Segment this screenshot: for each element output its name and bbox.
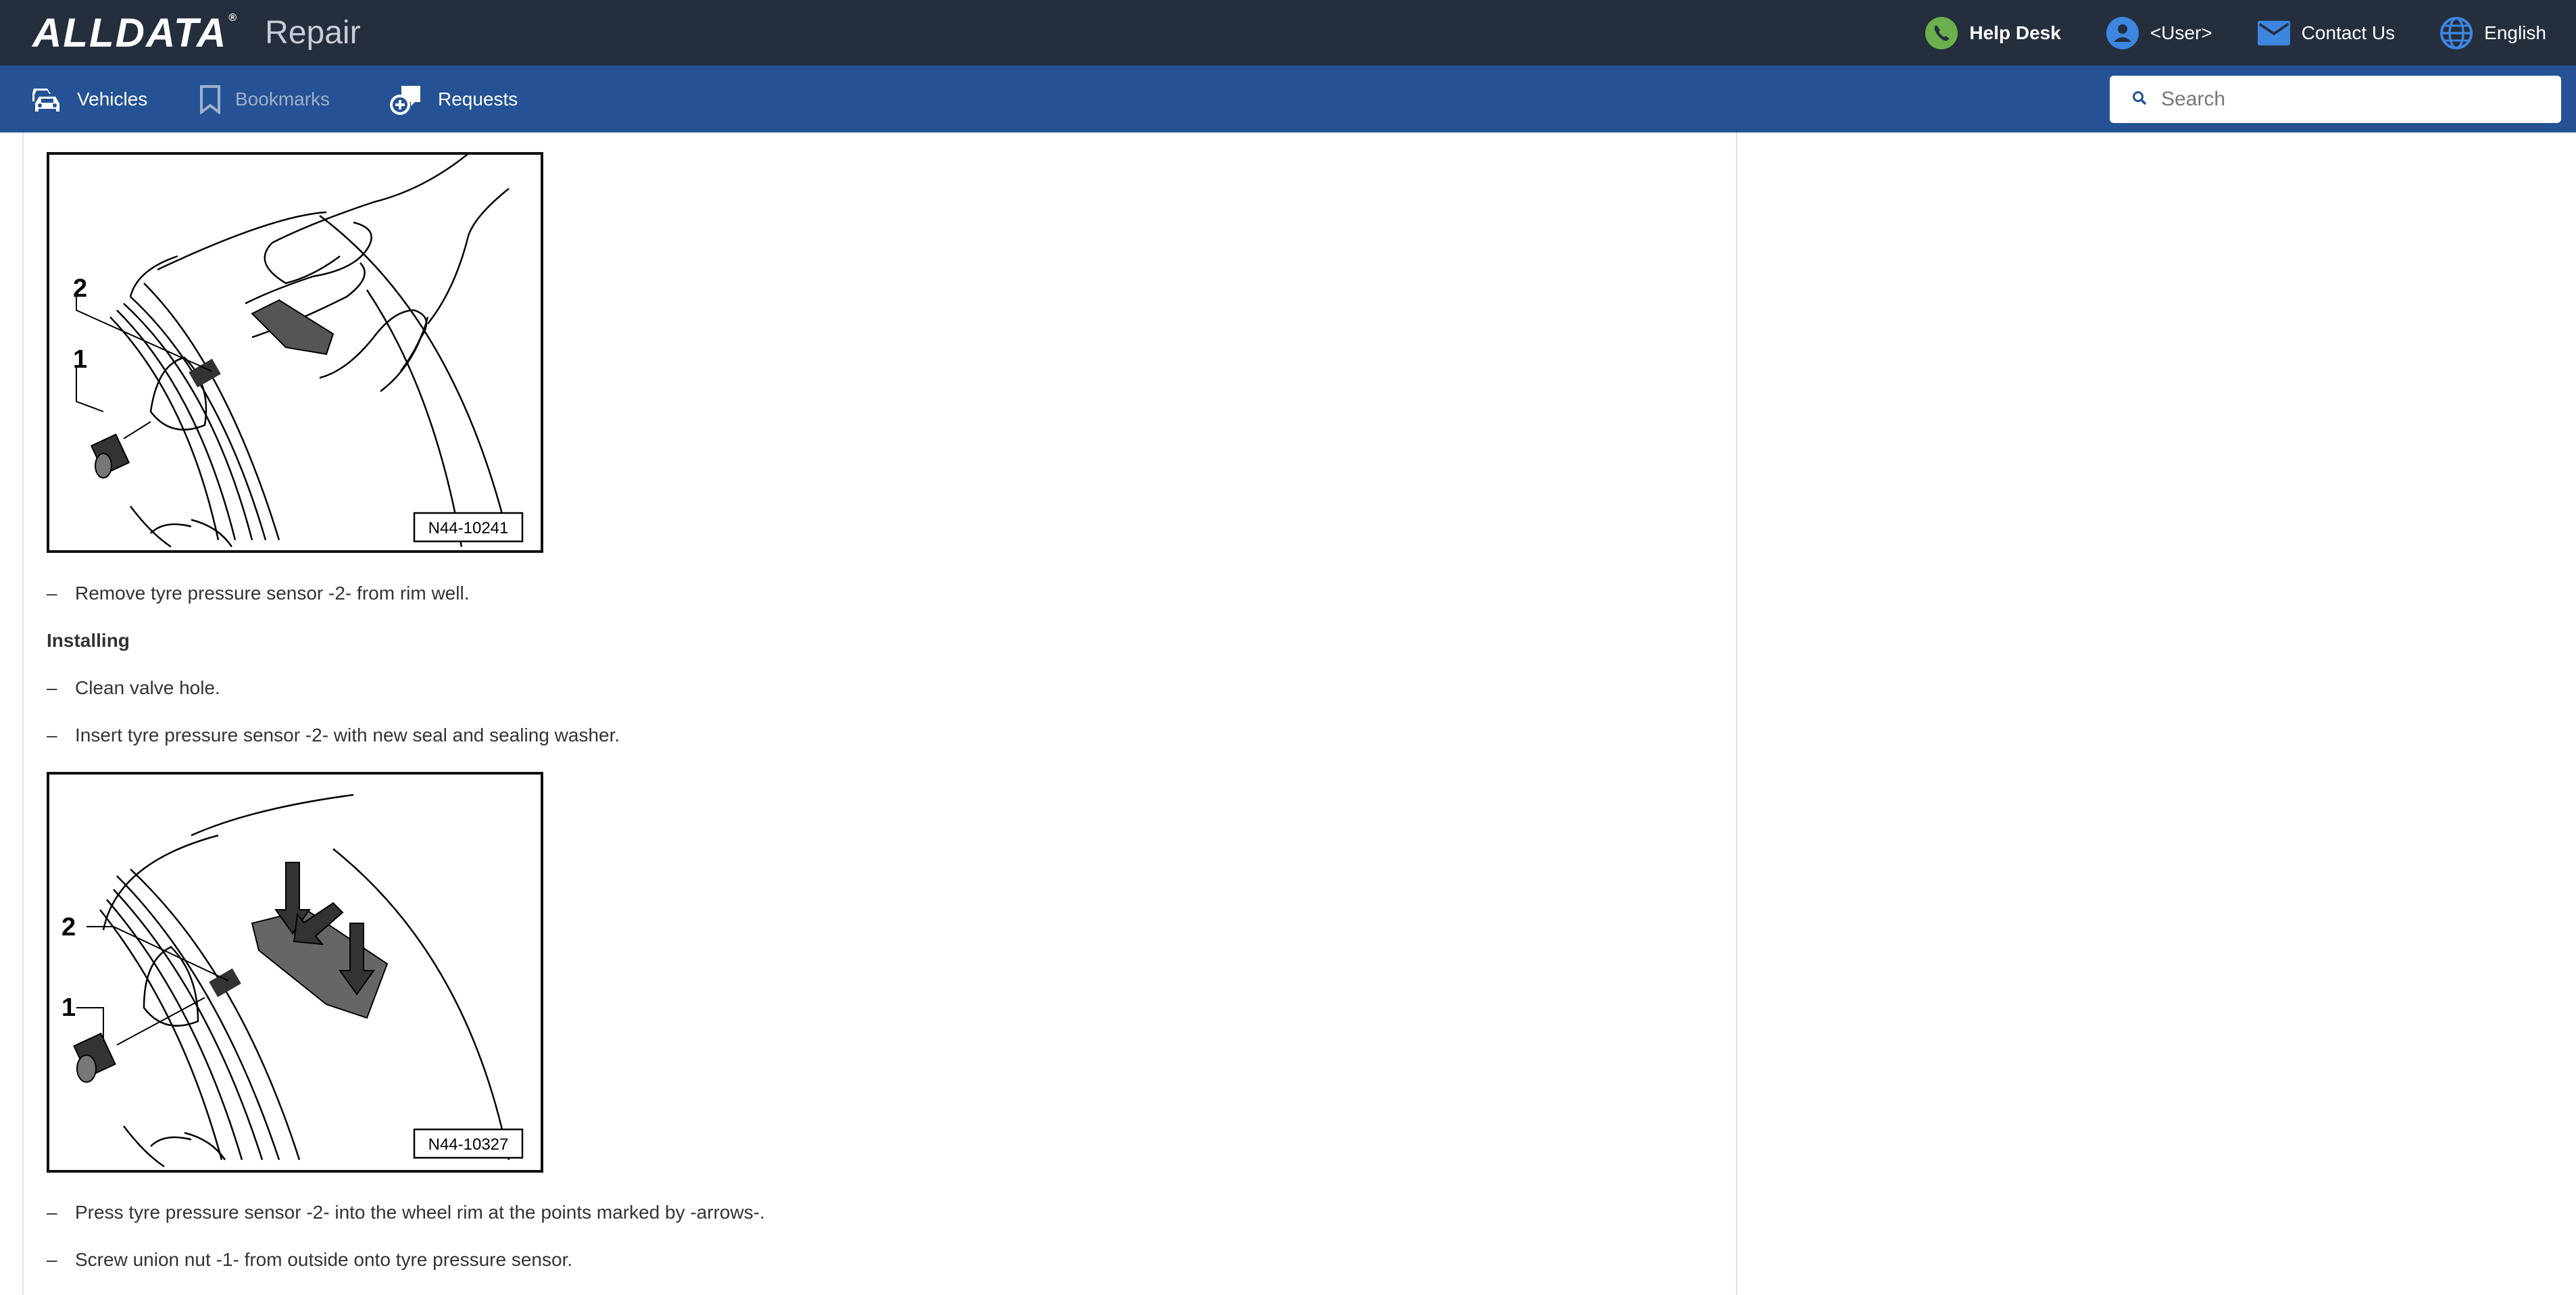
search-icon [2131,90,2148,109]
top-bar: ALLDATA ® Repair Help Desk <User> Contac… [0,0,2576,66]
step-text: Screw union nut -1- from outside onto ty… [75,1249,573,1270]
globe-icon [2439,16,2473,50]
nav-vehicles-label: Vehicles [77,88,148,109]
request-icon [389,83,424,116]
contact-us-label: Contact Us [2301,22,2396,43]
step-dash: – [47,725,57,746]
help-desk-link[interactable]: Help Desk [1925,16,2061,50]
figure-press-sensor: 2 1 N44-10327 [47,772,543,1173]
callout-1: 1 [73,345,87,374]
search-box[interactable] [2110,76,2561,123]
step-text: Press tyre pressure sensor -2- into the … [75,1202,765,1223]
car-icon [30,84,64,114]
product-name: Repair [265,15,361,51]
document-content: 2 1 N44-10241 – Remove tyre pressure sen… [22,132,1737,1295]
brand[interactable]: ALLDATA ® Repair [32,12,361,53]
nav-requests-label: Requests [438,88,518,109]
step-text: Insert tyre pressure sensor -2- with new… [75,725,620,746]
bookmark-icon [199,84,222,114]
callout-2: 2 [73,274,87,303]
remove-sensor-illustration: 2 1 N44-10241 [73,155,524,548]
step-screw-nut: – Screw union nut -1- from outside onto … [47,1249,572,1271]
help-desk-label: Help Desk [1969,22,2061,43]
search-input[interactable] [2161,88,2540,111]
callout-2: 2 [61,913,76,942]
nav-bookmarks[interactable]: Bookmarks [199,66,330,132]
user-label: <User> [2150,22,2212,43]
nav-vehicles[interactable]: Vehicles [30,66,147,132]
phone-icon [1925,16,1958,50]
mail-icon [2257,16,2291,50]
step-insert-sensor: – Insert tyre pressure sensor -2- with n… [47,725,620,746]
figure-remove-sensor: 2 1 N44-10241 [47,152,543,553]
figure-id: N44-10241 [428,519,509,537]
callout-1: 1 [61,994,76,1022]
user-icon [2106,16,2139,50]
step-clean-valve: – Clean valve hole. [47,677,220,699]
section-heading-installing: Installing [47,630,130,651]
step-dash: – [47,677,57,698]
step-text: Clean valve hole. [75,677,220,698]
step-press-sensor: – Press tyre pressure sensor -2- into th… [47,1202,765,1223]
figure-id: N44-10327 [428,1135,509,1154]
step-dash: – [47,1249,57,1270]
user-menu[interactable]: <User> [2106,16,2212,50]
nav-requests[interactable]: Requests [389,66,518,132]
main-nav: Vehicles Bookmarks Requests [0,66,2576,132]
step-remove-sensor: – Remove tyre pressure sensor -2- from r… [47,583,469,604]
language-selector[interactable]: English [2439,16,2546,50]
nav-bookmarks-label: Bookmarks [235,88,330,109]
alldata-logo[interactable]: ALLDATA ® [32,12,238,53]
language-label: English [2484,22,2546,43]
top-actions: Help Desk <User> Contact Us English [1880,0,2546,66]
step-dash: – [47,1202,57,1223]
step-dash: – [47,583,57,604]
step-text: Remove tyre pressure sensor -2- from rim… [75,583,470,604]
contact-us-link[interactable]: Contact Us [2257,16,2396,50]
press-sensor-illustration: 2 1 N44-10327 [61,793,524,1168]
